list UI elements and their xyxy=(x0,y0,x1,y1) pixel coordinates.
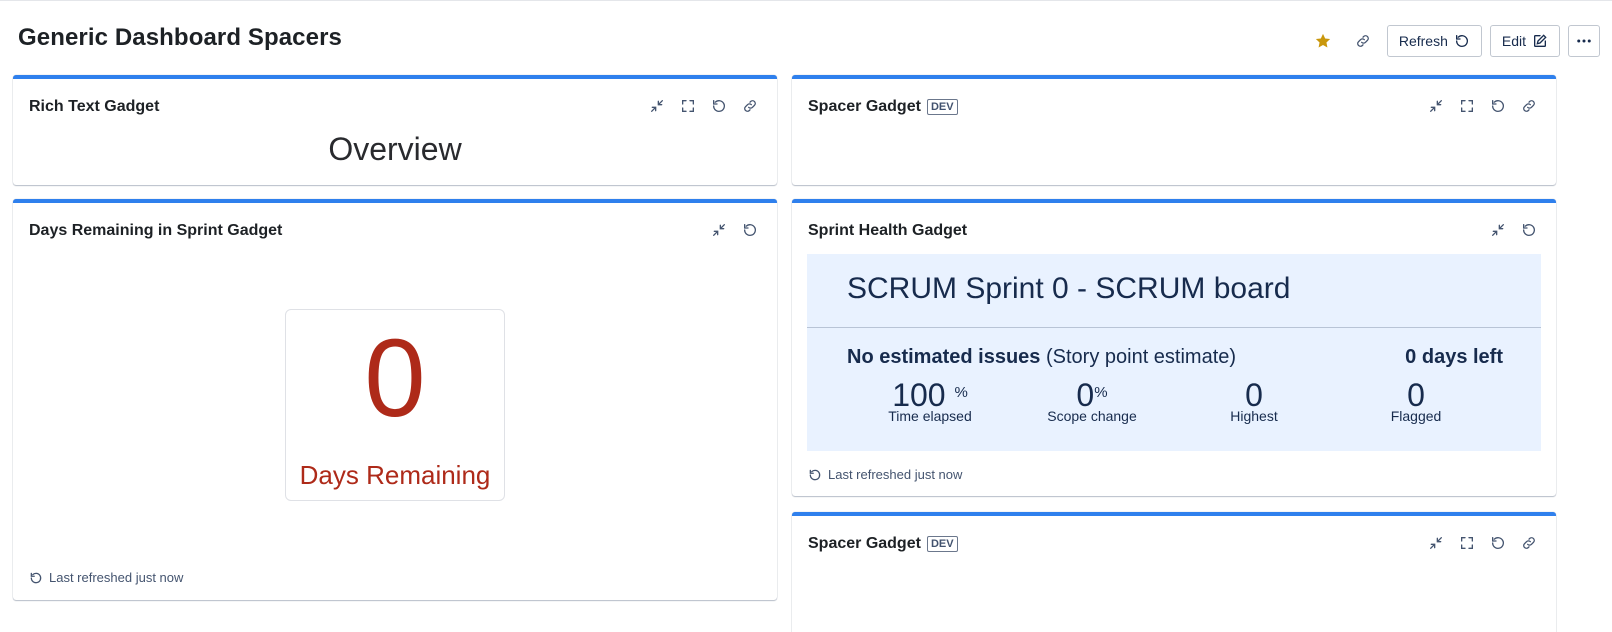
gadget-title-text: Spacer Gadget xyxy=(808,535,921,552)
sprint-health-panel: SCRUM Sprint 0 - SCRUM board No estimate… xyxy=(807,254,1541,451)
star-icon xyxy=(1315,33,1330,48)
minimize-icon xyxy=(1492,224,1504,236)
gadget-toolbar xyxy=(708,219,761,241)
gadget-title-text: Sprint Health Gadget xyxy=(808,222,968,239)
gadget-title: Spacer Gadget DEV xyxy=(808,98,958,116)
dashboard-header: Generic Dashboard Spacers Refresh Edit xyxy=(0,0,1612,76)
fullscreen-icon xyxy=(682,100,694,112)
days-remaining-card: 0 Days Remaining xyxy=(285,309,505,501)
days-remaining-label: Days Remaining xyxy=(299,460,491,490)
stat-unit: % xyxy=(1094,384,1108,401)
estimate-summary: No estimated issues (Story point estimat… xyxy=(847,346,1236,369)
refresh-gadget-button[interactable] xyxy=(1487,532,1509,554)
gadget-title: Sprint Health Gadget xyxy=(808,222,967,240)
gadget-title-text: Rich Text Gadget xyxy=(29,98,160,115)
refresh-button-label: Refresh xyxy=(1398,33,1448,49)
refresh-gadget-button[interactable] xyxy=(739,219,761,241)
stat-unit: % xyxy=(954,384,968,401)
copy-gadget-link-button[interactable] xyxy=(1518,532,1540,554)
stat-label: Flagged xyxy=(1390,408,1442,424)
stat-label: Time elapsed xyxy=(888,408,972,424)
spacer-gadget: Spacer Gadget DEV xyxy=(792,512,1556,632)
gadget-title: Rich Text Gadget xyxy=(29,98,159,116)
minimize-button[interactable] xyxy=(646,95,668,117)
minimize-button[interactable] xyxy=(708,219,730,241)
health-divider xyxy=(807,327,1541,328)
refresh-icon xyxy=(744,224,756,236)
minimize-button[interactable] xyxy=(1487,219,1509,241)
last-refreshed-text: Last refreshed just now xyxy=(828,467,963,482)
header-actions: Refresh Edit xyxy=(1307,25,1600,57)
minimize-icon xyxy=(1430,537,1442,549)
refresh-icon xyxy=(713,100,725,112)
days-left: 0 days left xyxy=(1405,346,1503,368)
edit-button[interactable]: Edit xyxy=(1489,25,1560,57)
minimize-button[interactable] xyxy=(1425,532,1447,554)
refresh-gadget-button[interactable] xyxy=(708,95,730,117)
link-icon xyxy=(1523,537,1535,549)
copy-gadget-link-button[interactable] xyxy=(739,95,761,117)
refresh-icon xyxy=(1492,100,1504,112)
link-icon xyxy=(1523,100,1535,112)
fullscreen-button[interactable] xyxy=(677,95,699,117)
minimize-icon xyxy=(713,224,725,236)
link-icon xyxy=(744,100,756,112)
stat-scope-change: 0% Scope change xyxy=(1022,378,1162,424)
gadget-toolbar xyxy=(1487,219,1540,241)
edit-button-label: Edit xyxy=(1501,33,1526,49)
sprint-health-gadget: Sprint Health Gadget SCRUM Sprint 0 - SC… xyxy=(792,199,1556,496)
stat-time-elapsed: 100 % Time elapsed xyxy=(860,378,1000,424)
last-refreshed: Last refreshed just now xyxy=(808,467,962,482)
stat-label: Highest xyxy=(1230,408,1278,424)
refresh-icon xyxy=(1455,35,1468,47)
copy-gadget-link-button[interactable] xyxy=(1518,95,1540,117)
star-button[interactable] xyxy=(1307,25,1339,57)
spacer-gadget: Spacer Gadget DEV xyxy=(792,75,1556,185)
page-title: Generic Dashboard Spacers xyxy=(18,24,342,51)
minimize-button[interactable] xyxy=(1425,95,1447,117)
estimate-type: (Story point estimate) xyxy=(1045,346,1237,368)
estimate-status: No estimated issues xyxy=(847,346,1041,368)
refresh-button[interactable]: Refresh xyxy=(1386,25,1482,57)
dev-badge: DEV xyxy=(926,99,958,115)
sprint-name: SCRUM Sprint 0 - SCRUM board xyxy=(847,272,1291,305)
gadget-title: Spacer Gadget DEV xyxy=(808,535,958,553)
minimize-icon xyxy=(1430,100,1442,112)
refresh-icon xyxy=(809,469,821,480)
gadget-toolbar xyxy=(1425,532,1540,554)
stat-flagged: 0 Flagged xyxy=(1346,378,1486,424)
fullscreen-icon xyxy=(1461,537,1473,549)
rich-text-content: Overview xyxy=(328,131,462,167)
more-icon xyxy=(1577,39,1591,43)
days-remaining-number: 0 xyxy=(364,317,426,440)
refresh-gadget-button[interactable] xyxy=(1518,219,1540,241)
gadget-title: Days Remaining in Sprint Gadget xyxy=(29,222,282,240)
copy-link-button[interactable] xyxy=(1347,25,1379,57)
days-remaining-gadget: Days Remaining in Sprint Gadget 0 Days R… xyxy=(13,199,777,600)
refresh-icon xyxy=(1523,224,1535,236)
last-refreshed: Last refreshed just now xyxy=(29,570,183,585)
refresh-icon xyxy=(1492,537,1504,549)
gadget-title-text: Days Remaining in Sprint Gadget xyxy=(29,222,283,239)
edit-icon xyxy=(1534,34,1547,47)
link-icon xyxy=(1356,35,1369,47)
gadget-toolbar xyxy=(646,95,761,117)
rich-text-gadget: Rich Text Gadget Overview xyxy=(13,75,777,185)
dev-badge: DEV xyxy=(926,536,958,552)
gadget-toolbar xyxy=(1425,95,1540,117)
stat-highest: 0 Highest xyxy=(1184,378,1324,424)
refresh-gadget-button[interactable] xyxy=(1487,95,1509,117)
fullscreen-icon xyxy=(1461,100,1473,112)
minimize-icon xyxy=(651,100,663,112)
fullscreen-button[interactable] xyxy=(1456,532,1478,554)
last-refreshed-text: Last refreshed just now xyxy=(49,570,184,585)
more-actions-button[interactable] xyxy=(1568,25,1600,57)
stat-label: Scope change xyxy=(1047,408,1137,424)
fullscreen-button[interactable] xyxy=(1456,95,1478,117)
refresh-icon xyxy=(30,572,42,583)
gadget-title-text: Spacer Gadget xyxy=(808,98,921,115)
